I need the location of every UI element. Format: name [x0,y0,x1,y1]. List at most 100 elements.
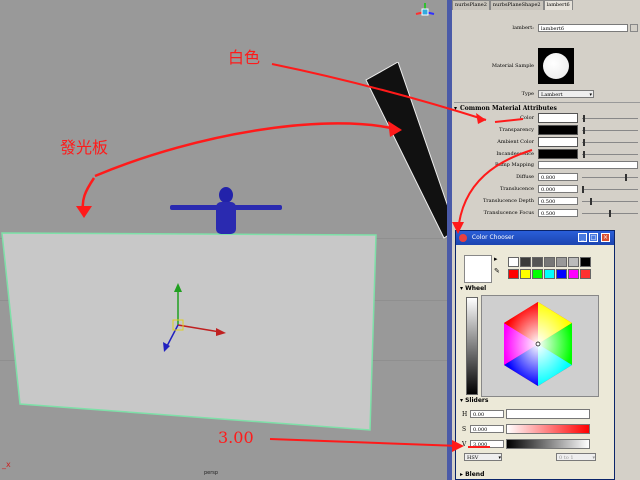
slider-handle[interactable] [582,185,584,193]
slider-handle[interactable] [609,209,611,217]
material-select-icon[interactable] [630,24,638,32]
type-dropdown[interactable]: Lambert ▾ [538,90,594,98]
hsv-slider-row: V 3.000 [462,439,590,449]
annotation-light-board: 發光板 [60,138,109,157]
palette-swatch[interactable] [508,257,519,267]
hsv-gradient-slider[interactable] [506,439,590,449]
palette-swatch[interactable] [568,268,579,279]
hsv-gradient-slider[interactable] [506,409,590,419]
range-dropdown[interactable]: 0 to 1 ▾ [556,453,596,461]
palette-swatch[interactable] [556,268,567,279]
material-label: lambert: [512,25,534,31]
palette-swatch[interactable] [520,257,531,267]
minimize-button[interactable]: _ [578,233,587,242]
value-strip[interactable] [466,297,478,395]
tab-lambert6[interactable]: lambert6 [543,0,573,10]
attribute-row: Translucence 0.000 [452,185,640,193]
attribute-row: Incandescence [452,149,640,159]
blend-label: Blend [465,471,485,478]
color-chooser-window: Color Chooser _ □ × ▸ ✎ ▾ Wheel ▾ Slider… [455,230,615,480]
annotation-value: 3.00 [218,428,254,447]
view-axis-icon [410,2,440,22]
attribute-label: Bump Mapping [495,162,534,168]
attribute-value-field[interactable]: 0.000 [538,185,578,193]
slider-handle[interactable] [583,126,585,134]
hsv-value-field[interactable]: 0.000 [470,425,504,433]
color-mode-dropdown[interactable]: HSV ▾ [464,453,502,461]
range-value: 0 to 1 [559,455,574,461]
color-swatch[interactable] [538,149,578,159]
slider-handle[interactable] [590,197,592,205]
blend-section-header[interactable]: ▸ Blend [460,471,484,478]
palette-swatch[interactable] [580,257,591,267]
attribute-row: Translucence Depth 0.500 [452,197,640,205]
attribute-slider[interactable] [582,138,638,146]
section-title: Common Material Attributes [460,105,557,112]
color-swatch[interactable] [538,113,578,123]
color-swatch[interactable] [538,125,578,135]
attribute-label: Incandescence [496,151,534,157]
palette-swatch[interactable] [580,268,591,279]
palette-swatch[interactable] [544,268,555,279]
palette-swatch[interactable] [532,257,543,267]
attribute-value-field[interactable]: 0.800 [538,173,578,181]
attribute-slider[interactable] [582,185,638,193]
tab-nurbsplaneshape2[interactable]: nurbsPlaneShape2 [489,0,544,10]
character-figure[interactable] [170,186,282,236]
palette-swatch[interactable] [508,268,519,279]
hsv-channel-label: V [462,440,467,448]
sliders-section-header[interactable]: ▾ Sliders [460,397,488,404]
color-swatch[interactable] [538,137,578,147]
palette-swatch[interactable] [556,257,567,267]
tab-nurbsplane2[interactable]: nurbsPlane2 [452,0,490,10]
eyedropper-icon[interactable]: ✎ [494,267,500,275]
black-light-board[interactable] [360,61,460,242]
play-icon[interactable]: ▸ [494,255,498,263]
attribute-slider[interactable] [582,209,638,217]
palette-swatch[interactable] [568,257,579,267]
type-value: Lambert [541,92,563,98]
hsv-gradient-slider[interactable] [506,424,590,434]
material-sample [538,48,574,84]
palette-swatch[interactable] [532,268,543,279]
color-palette [508,257,592,279]
attribute-label: Transparency [499,127,534,133]
wheel-section-header[interactable]: ▾ Wheel [460,285,486,292]
hsv-value-field[interactable]: 3.000 [470,440,504,448]
collapse-icon[interactable]: ▾ [454,105,457,112]
slider-handle[interactable] [625,173,627,181]
axis-marker: _x [2,460,11,469]
bump-mapping-field[interactable] [538,161,638,169]
attribute-slider[interactable] [582,114,638,122]
attribute-value-field[interactable]: 0.500 [538,197,578,205]
hsv-value-field[interactable]: 0.00 [470,410,504,418]
attribute-slider[interactable] [582,150,638,158]
hsv-slider-row: H 0.00 [462,409,590,419]
attribute-row: Diffuse 0.800 [452,173,640,181]
palette-swatch[interactable] [520,268,531,279]
attribute-slider[interactable] [582,197,638,205]
slider-handle[interactable] [583,150,585,158]
slider-handle[interactable] [583,114,585,122]
attribute-label: Translucence Depth [482,198,534,204]
color-chooser-title: Color Chooser [471,234,515,241]
camera-label: persp [204,470,219,476]
attribute-slider[interactable] [582,173,638,181]
move-manipulator-icon[interactable] [150,280,230,360]
color-wheel[interactable] [481,295,599,397]
attribute-label: Ambient Color [497,139,534,145]
maximize-button[interactable]: □ [589,233,598,242]
current-color-swatch[interactable] [464,255,492,283]
wheel-label: Wheel [465,285,487,292]
attribute-slider[interactable] [582,126,638,134]
slider-handle[interactable] [583,138,585,146]
attribute-row: Color [452,113,640,123]
type-label: Type [521,91,534,97]
material-name-field[interactable]: lambert6 [538,24,628,32]
palette-swatch[interactable] [544,257,555,267]
sample-label: Material Sample [491,63,534,69]
attribute-value-field[interactable]: 0.500 [538,209,578,217]
annotation-white: 白色 [228,48,261,67]
maya-icon [459,234,467,242]
close-button[interactable]: × [601,233,610,242]
